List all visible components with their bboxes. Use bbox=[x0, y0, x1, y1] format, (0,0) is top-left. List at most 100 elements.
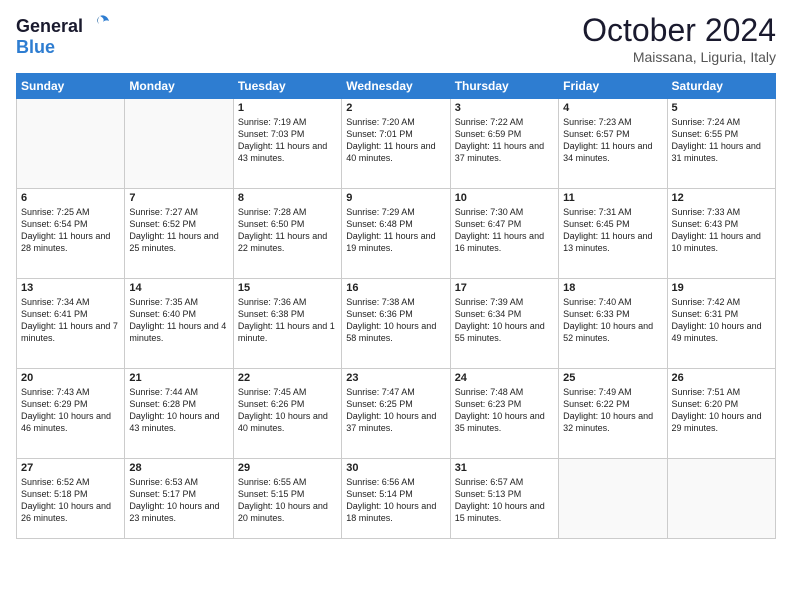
logo-bird-icon bbox=[90, 12, 110, 32]
day-number: 4 bbox=[563, 102, 662, 114]
day-info: Sunrise: 6:57 AM Sunset: 5:13 PM Dayligh… bbox=[455, 476, 554, 525]
calendar-header-row: SundayMondayTuesdayWednesdayThursdayFrid… bbox=[17, 74, 776, 99]
day-info: Sunrise: 7:30 AM Sunset: 6:47 PM Dayligh… bbox=[455, 206, 554, 255]
title-section: October 2024 Maissana, Liguria, Italy bbox=[582, 12, 776, 65]
day-number: 12 bbox=[672, 192, 771, 204]
day-cell: 27Sunrise: 6:52 AM Sunset: 5:18 PM Dayli… bbox=[17, 459, 125, 539]
day-cell: 7 Sunrise: 7:27 AM Sunset: 6:52 PM Daylig… bbox=[125, 189, 233, 279]
header-cell-saturday: Saturday bbox=[667, 74, 775, 99]
header-cell-friday: Friday bbox=[559, 74, 667, 99]
day-number: 28 bbox=[129, 462, 228, 474]
day-number: 9 bbox=[346, 192, 445, 204]
day-number: 2 bbox=[346, 102, 445, 114]
week-row-2: 6Sunrise: 7:25 AM Sunset: 6:54 PM Daylig… bbox=[17, 189, 776, 279]
day-info: Sunrise: 7:43 AM Sunset: 6:29 PM Dayligh… bbox=[21, 386, 120, 435]
day-cell: 25Sunrise: 7:49 AM Sunset: 6:22 PM Dayli… bbox=[559, 369, 667, 459]
header-cell-wednesday: Wednesday bbox=[342, 74, 450, 99]
calendar-table: SundayMondayTuesdayWednesdayThursdayFrid… bbox=[16, 73, 776, 539]
header-cell-sunday: Sunday bbox=[17, 74, 125, 99]
day-number: 31 bbox=[455, 462, 554, 474]
week-row-1: 1Sunrise: 7:19 AM Sunset: 7:03 PM Daylig… bbox=[17, 99, 776, 189]
day-number: 19 bbox=[672, 282, 771, 294]
day-number: 6 bbox=[21, 192, 120, 204]
day-number: 20 bbox=[21, 372, 120, 384]
day-cell: 21 Sunrise: 7:44 AM Sunset: 6:28 PM Dayli… bbox=[125, 369, 233, 459]
day-number: 17 bbox=[455, 282, 554, 294]
day-cell: 6Sunrise: 7:25 AM Sunset: 6:54 PM Daylig… bbox=[17, 189, 125, 279]
day-info: Sunrise: 7:28 AM Sunset: 6:50 PM Dayligh… bbox=[238, 206, 337, 255]
day-number: 8 bbox=[238, 192, 337, 204]
header-cell-monday: Monday bbox=[125, 74, 233, 99]
day-number: 30 bbox=[346, 462, 445, 474]
day-info: Sunrise: 7:24 AM Sunset: 6:55 PM Dayligh… bbox=[672, 116, 771, 165]
day-info: Sunrise: 6:52 AM Sunset: 5:18 PM Dayligh… bbox=[21, 476, 120, 525]
logo-line1: General bbox=[16, 12, 110, 37]
day-info: Sunrise: 7:51 AM Sunset: 6:20 PM Dayligh… bbox=[672, 386, 771, 435]
day-cell: 30 Sunrise: 6:56 AM Sunset: 5:14 PM Dayli… bbox=[342, 459, 450, 539]
logo: General Blue bbox=[16, 12, 110, 58]
day-info: Sunrise: 7:34 AM Sunset: 6:41 PM Dayligh… bbox=[21, 296, 120, 345]
week-row-3: 13 Sunrise: 7:34 AM Sunset: 6:41 PM Dayli… bbox=[17, 279, 776, 369]
day-info: Sunrise: 7:40 AM Sunset: 6:33 PM Dayligh… bbox=[563, 296, 662, 345]
day-number: 13 bbox=[21, 282, 120, 294]
day-cell: 16Sunrise: 7:38 AM Sunset: 6:36 PM Dayli… bbox=[342, 279, 450, 369]
day-cell: 24Sunrise: 7:48 AM Sunset: 6:23 PM Dayli… bbox=[450, 369, 558, 459]
day-info: Sunrise: 7:22 AM Sunset: 6:59 PM Dayligh… bbox=[455, 116, 554, 165]
day-cell bbox=[667, 459, 775, 539]
day-info: Sunrise: 7:27 AM Sunset: 6:52 PM Dayligh… bbox=[129, 206, 228, 255]
day-number: 29 bbox=[238, 462, 337, 474]
month-title: October 2024 bbox=[582, 12, 776, 49]
day-cell: 4 Sunrise: 7:23 AM Sunset: 6:57 PM Daylig… bbox=[559, 99, 667, 189]
day-info: Sunrise: 6:55 AM Sunset: 5:15 PM Dayligh… bbox=[238, 476, 337, 525]
day-number: 7 bbox=[129, 192, 228, 204]
day-cell: 23 Sunrise: 7:47 AM Sunset: 6:25 PM Dayli… bbox=[342, 369, 450, 459]
day-info: Sunrise: 7:23 AM Sunset: 6:57 PM Dayligh… bbox=[563, 116, 662, 165]
day-cell: 19 Sunrise: 7:42 AM Sunset: 6:31 PM Dayli… bbox=[667, 279, 775, 369]
day-cell: 5Sunrise: 7:24 AM Sunset: 6:55 PM Daylig… bbox=[667, 99, 775, 189]
day-info: Sunrise: 7:39 AM Sunset: 6:34 PM Dayligh… bbox=[455, 296, 554, 345]
day-cell: 17 Sunrise: 7:39 AM Sunset: 6:34 PM Dayli… bbox=[450, 279, 558, 369]
day-info: Sunrise: 7:47 AM Sunset: 6:25 PM Dayligh… bbox=[346, 386, 445, 435]
day-cell: 3 Sunrise: 7:22 AM Sunset: 6:59 PM Daylig… bbox=[450, 99, 558, 189]
day-number: 10 bbox=[455, 192, 554, 204]
day-cell: 26 Sunrise: 7:51 AM Sunset: 6:20 PM Dayli… bbox=[667, 369, 775, 459]
header-cell-tuesday: Tuesday bbox=[233, 74, 341, 99]
day-info: Sunrise: 7:35 AM Sunset: 6:40 PM Dayligh… bbox=[129, 296, 228, 345]
header-cell-thursday: Thursday bbox=[450, 74, 558, 99]
day-cell: 10 Sunrise: 7:30 AM Sunset: 6:47 PM Dayli… bbox=[450, 189, 558, 279]
day-info: Sunrise: 7:29 AM Sunset: 6:48 PM Dayligh… bbox=[346, 206, 445, 255]
day-number: 23 bbox=[346, 372, 445, 384]
header: General Blue October 2024 Maissana, Ligu… bbox=[16, 12, 776, 65]
day-info: Sunrise: 6:56 AM Sunset: 5:14 PM Dayligh… bbox=[346, 476, 445, 525]
day-number: 11 bbox=[563, 192, 662, 204]
day-cell: 8 Sunrise: 7:28 AM Sunset: 6:50 PM Daylig… bbox=[233, 189, 341, 279]
day-cell: 22Sunrise: 7:45 AM Sunset: 6:26 PM Dayli… bbox=[233, 369, 341, 459]
day-cell: 2Sunrise: 7:20 AM Sunset: 7:01 PM Daylig… bbox=[342, 99, 450, 189]
day-info: Sunrise: 7:36 AM Sunset: 6:38 PM Dayligh… bbox=[238, 296, 337, 345]
day-cell: 13 Sunrise: 7:34 AM Sunset: 6:41 PM Dayli… bbox=[17, 279, 125, 369]
day-number: 16 bbox=[346, 282, 445, 294]
day-number: 21 bbox=[129, 372, 228, 384]
day-info: Sunrise: 7:31 AM Sunset: 6:45 PM Dayligh… bbox=[563, 206, 662, 255]
day-info: Sunrise: 7:19 AM Sunset: 7:03 PM Dayligh… bbox=[238, 116, 337, 165]
page: General Blue October 2024 Maissana, Ligu… bbox=[0, 0, 792, 612]
day-info: Sunrise: 7:44 AM Sunset: 6:28 PM Dayligh… bbox=[129, 386, 228, 435]
location: Maissana, Liguria, Italy bbox=[582, 49, 776, 65]
day-cell: 20 Sunrise: 7:43 AM Sunset: 6:29 PM Dayli… bbox=[17, 369, 125, 459]
day-number: 15 bbox=[238, 282, 337, 294]
day-cell: 14 Sunrise: 7:35 AM Sunset: 6:40 PM Dayli… bbox=[125, 279, 233, 369]
day-cell: 29 Sunrise: 6:55 AM Sunset: 5:15 PM Dayli… bbox=[233, 459, 341, 539]
day-cell: 31 Sunrise: 6:57 AM Sunset: 5:13 PM Dayli… bbox=[450, 459, 558, 539]
week-row-5: 27Sunrise: 6:52 AM Sunset: 5:18 PM Dayli… bbox=[17, 459, 776, 539]
day-cell: 28Sunrise: 6:53 AM Sunset: 5:17 PM Dayli… bbox=[125, 459, 233, 539]
day-cell: 18Sunrise: 7:40 AM Sunset: 6:33 PM Dayli… bbox=[559, 279, 667, 369]
day-number: 24 bbox=[455, 372, 554, 384]
day-number: 26 bbox=[672, 372, 771, 384]
calendar-body: 1Sunrise: 7:19 AM Sunset: 7:03 PM Daylig… bbox=[17, 99, 776, 539]
day-cell bbox=[559, 459, 667, 539]
day-number: 3 bbox=[455, 102, 554, 114]
day-cell bbox=[17, 99, 125, 189]
day-cell: 11 Sunrise: 7:31 AM Sunset: 6:45 PM Dayli… bbox=[559, 189, 667, 279]
day-number: 14 bbox=[129, 282, 228, 294]
day-info: Sunrise: 7:42 AM Sunset: 6:31 PM Dayligh… bbox=[672, 296, 771, 345]
